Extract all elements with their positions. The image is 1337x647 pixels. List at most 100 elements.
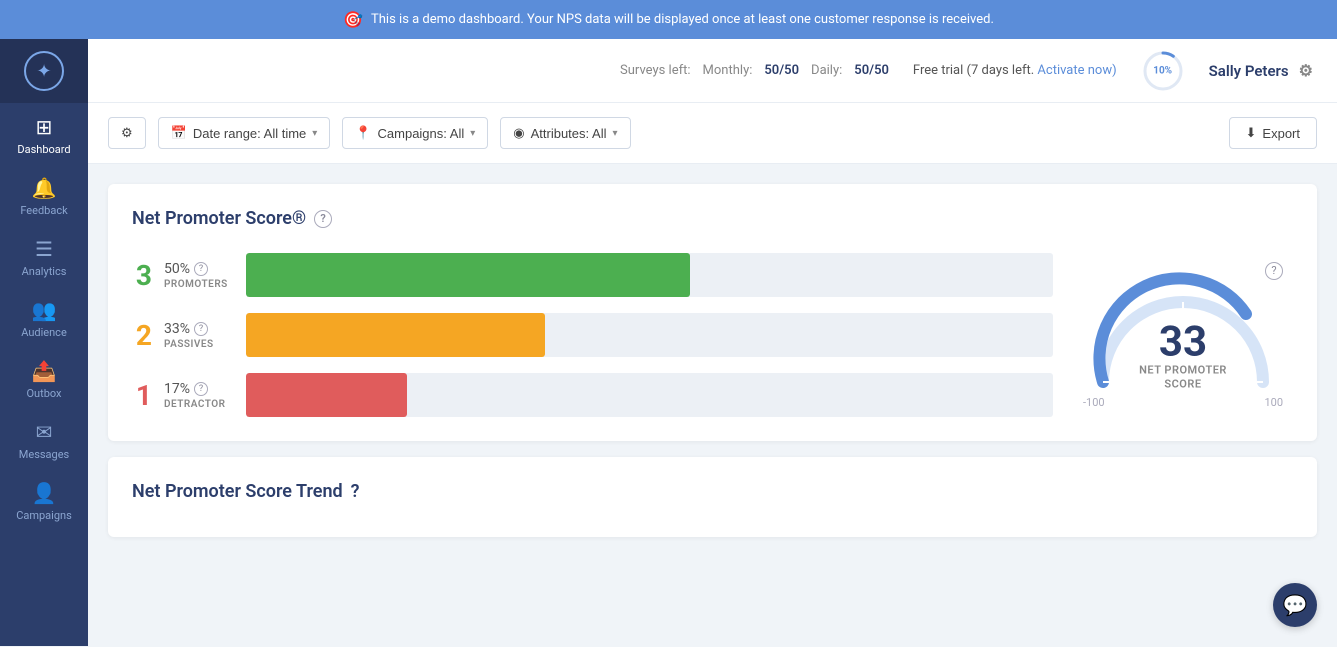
sidebar-logo[interactable]: ✦: [0, 39, 88, 103]
trial-label: Free trial: [913, 63, 963, 78]
passives-row: 2 33% ? PASSIVES: [132, 313, 1053, 357]
nps-content: 3 50% ? PROMOTERS: [132, 253, 1293, 417]
sidebar: ✦ ⊞ Dashboard 🔔 Feedback ☰ Analytics 👥 A…: [0, 39, 88, 646]
passives-track: [246, 313, 1053, 357]
progress-ring: 10%: [1141, 49, 1185, 93]
sidebar-item-label: Dashboard: [17, 143, 70, 156]
sidebar-item-label: Campaigns: [16, 509, 72, 522]
detractors-track: [246, 373, 1053, 417]
gauge-subtitle: NET PROMOTERSCORE: [1139, 363, 1227, 392]
monthly-value: 50/50: [764, 63, 799, 78]
monthly-label: Monthly:: [703, 63, 753, 78]
header-bar: Surveys left: Monthly: 50/50 Daily: 50/5…: [88, 39, 1337, 103]
main-content: Surveys left: Monthly: 50/50 Daily: 50/5…: [88, 39, 1337, 646]
nps-title-text: Net Promoter Score®: [132, 208, 306, 229]
tune-button[interactable]: ⚙: [108, 117, 146, 149]
gauge-section: ?: [1073, 262, 1293, 409]
banner-text: This is a demo dashboard. Your NPS data …: [371, 12, 994, 27]
surveys-label: Surveys left:: [620, 63, 691, 78]
messages-icon: ✉: [36, 420, 53, 444]
gauge-container: 33 NET PROMOTERSCORE: [1083, 272, 1283, 392]
gauge-center: 33 NET PROMOTERSCORE: [1139, 321, 1227, 392]
progress-pct: 10%: [1153, 65, 1172, 76]
analytics-icon: ☰: [35, 237, 53, 261]
activate-link[interactable]: Activate now): [1037, 63, 1116, 78]
passives-fill: [246, 313, 545, 357]
campaigns-filter-icon: 📍: [355, 125, 371, 141]
passives-help-icon[interactable]: ?: [194, 322, 208, 336]
dashboard-icon: ⊞: [36, 115, 53, 139]
promoters-fill: [246, 253, 690, 297]
sidebar-item-campaigns[interactable]: 👤 Campaigns: [0, 469, 88, 530]
sidebar-item-feedback[interactable]: 🔔 Feedback: [0, 164, 88, 225]
promoters-help-icon[interactable]: ?: [194, 262, 208, 276]
daily-value: 50/50: [854, 63, 889, 78]
promoters-number: 3: [132, 259, 152, 292]
attributes-icon: ◉: [513, 125, 524, 141]
dashboard-area: Net Promoter Score® ? 3 50% ?: [88, 164, 1337, 646]
trend-help-icon[interactable]: ?: [351, 481, 360, 502]
settings-icon[interactable]: ⚙: [1299, 61, 1313, 80]
sidebar-item-audience[interactable]: 👥 Audience: [0, 286, 88, 347]
date-range-button[interactable]: 📅 Date range: All time ▾: [158, 117, 331, 149]
free-trial: Free trial (7 days left. Activate now): [913, 63, 1117, 78]
date-range-label: Date range: All time: [193, 126, 306, 141]
gauge-score: 33: [1139, 321, 1227, 363]
trial-days: (7 days left.: [967, 63, 1035, 78]
export-label: Export: [1262, 126, 1300, 141]
detractors-fill: [246, 373, 407, 417]
promoters-pct: 50%: [164, 261, 190, 277]
campaigns-icon: 👤: [32, 481, 57, 505]
promoters-label: PROMOTERS: [164, 279, 228, 290]
sidebar-item-analytics[interactable]: ☰ Analytics: [0, 225, 88, 286]
chat-icon: 💬: [1283, 593, 1308, 617]
trend-title-text: Net Promoter Score Trend: [132, 481, 343, 502]
feedback-icon: 🔔: [32, 176, 57, 200]
sidebar-item-label: Analytics: [22, 265, 67, 278]
outbox-icon: 📤: [32, 359, 57, 383]
chevron-down-icon: ▾: [470, 128, 475, 139]
calendar-icon: 📅: [171, 125, 187, 141]
top-banner: 🎯 This is a demo dashboard. Your NPS dat…: [0, 0, 1337, 39]
sidebar-item-label: Audience: [21, 326, 67, 339]
promoters-row: 3 50% ? PROMOTERS: [132, 253, 1053, 297]
user-name: Sally Peters: [1209, 62, 1289, 80]
detractors-pct: 17%: [164, 381, 190, 397]
bars-section: 3 50% ? PROMOTERS: [132, 253, 1053, 417]
banner-icon: 🎯: [343, 10, 363, 29]
sidebar-item-messages[interactable]: ✉ Messages: [0, 408, 88, 469]
tune-icon: ⚙: [121, 125, 133, 141]
promoters-track: [246, 253, 1053, 297]
sidebar-item-label: Messages: [19, 448, 69, 461]
sidebar-item-outbox[interactable]: 📤 Outbox: [0, 347, 88, 408]
daily-label: Daily:: [811, 63, 842, 78]
chevron-down-icon: ▾: [612, 128, 617, 139]
promoters-info: 50% ? PROMOTERS: [164, 261, 234, 290]
user-info: Sally Peters ⚙: [1209, 61, 1313, 80]
export-button[interactable]: ⬇ Export: [1229, 117, 1317, 149]
trend-title: Net Promoter Score Trend ?: [132, 481, 1293, 502]
filter-bar: ⚙ 📅 Date range: All time ▾ 📍 Campaigns: …: [88, 103, 1337, 164]
campaigns-label: Campaigns: All: [378, 126, 465, 141]
nps-title: Net Promoter Score® ?: [132, 208, 1293, 229]
detractors-label: DETRACTOR: [164, 399, 226, 410]
export-icon: ⬇: [1246, 125, 1257, 141]
surveys-info: Surveys left: Monthly: 50/50 Daily: 50/5…: [620, 63, 889, 78]
detractors-row: 1 17% ? DETRACTOR: [132, 373, 1053, 417]
chevron-down-icon: ▾: [312, 128, 317, 139]
passives-number: 2: [132, 319, 152, 352]
passives-label: PASSIVES: [164, 339, 214, 350]
sidebar-item-dashboard[interactable]: ⊞ Dashboard: [0, 103, 88, 164]
attributes-label: Attributes: All: [531, 126, 607, 141]
detractors-help-icon[interactable]: ?: [194, 382, 208, 396]
sidebar-item-label: Outbox: [26, 387, 61, 400]
passives-pct: 33%: [164, 321, 190, 337]
nps-help-icon[interactable]: ?: [314, 210, 332, 228]
campaigns-button[interactable]: 📍 Campaigns: All ▾: [342, 117, 488, 149]
sidebar-item-label: Feedback: [20, 204, 67, 217]
trend-card: Net Promoter Score Trend ?: [108, 457, 1317, 537]
audience-icon: 👥: [32, 298, 57, 322]
attributes-button[interactable]: ◉ Attributes: All ▾: [500, 117, 630, 149]
detractors-info: 17% ? DETRACTOR: [164, 381, 234, 410]
chat-bubble[interactable]: 💬: [1273, 583, 1317, 627]
